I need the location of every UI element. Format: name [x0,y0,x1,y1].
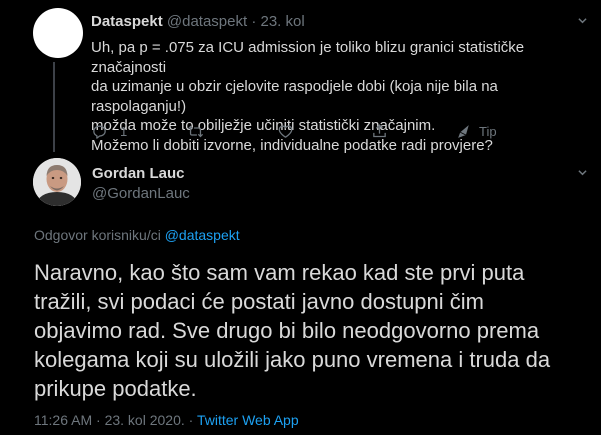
tip-button[interactable]: Tip [456,121,497,141]
parent-tweet-header: Dataspekt @dataspekt · 23. kol [91,13,305,30]
heart-icon [278,125,293,138]
parent-tweet[interactable]: Dataspekt @dataspekt · 23. kol Uh, pa p … [0,0,601,154]
tip-label: Tip [479,123,497,139]
retweet-icon [187,125,204,137]
author-name[interactable]: Gordan Lauc [92,165,185,182]
reply-icon [93,125,106,139]
reply-count: 1 [120,123,128,139]
chevron-down-icon[interactable] [578,168,587,177]
tweet-metadata: 11:26 AM · 23. kol 2020. · Twitter Web A… [34,412,299,428]
profile-photo [33,158,81,206]
separator-dot: · [96,412,101,428]
tweet-actions: 1 Tip [91,121,511,141]
author-handle[interactable]: @GordanLauc [92,185,190,202]
separator-dot: · [251,13,257,30]
tweet-time-link[interactable]: 11:26 AM [34,412,92,428]
author-handle[interactable]: @dataspekt [167,13,247,30]
chevron-down-icon[interactable] [578,16,587,25]
share-button[interactable] [371,121,388,141]
tweet-date[interactable]: 23. kol [261,13,305,30]
tip-icon [458,124,469,138]
share-icon [373,123,386,137]
thread-connector-line [53,62,55,152]
reply-to-prefix: Odgovor korisniku/ci [34,227,161,243]
like-button[interactable] [277,121,306,141]
tweet-text: Naravno, kao što sam vam rekao kad ste p… [34,260,551,401]
retweet-button[interactable] [187,121,216,141]
separator-dot: · [188,412,194,428]
avatar[interactable] [33,8,83,58]
reply-to-handle-link[interactable]: @dataspekt [165,227,240,243]
tweet-date-link[interactable]: 23. kol 2020. [105,412,185,428]
source-app-link[interactable]: Twitter Web App [197,412,299,428]
author-name[interactable]: Dataspekt [91,13,163,30]
avatar[interactable] [33,158,81,206]
reply-context: Odgovor korisniku/ci @dataspekt [34,227,240,243]
reply-button[interactable]: 1 [91,121,127,141]
